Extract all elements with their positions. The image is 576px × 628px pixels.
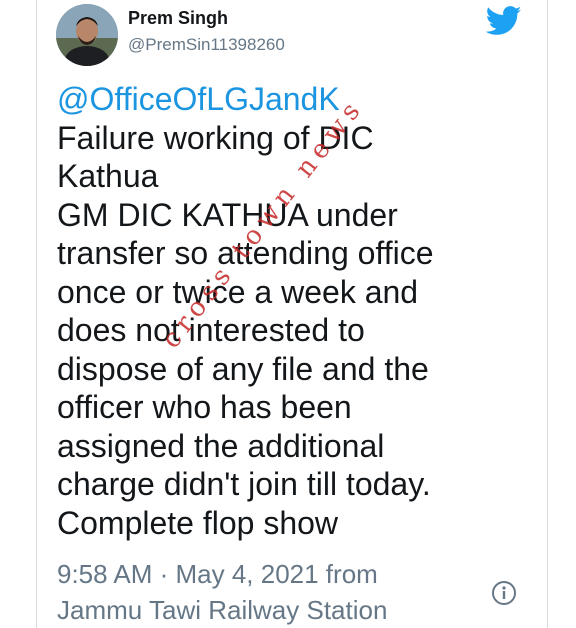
avatar[interactable] <box>56 4 118 66</box>
tweet-line: charge didn't join till today. <box>57 466 431 502</box>
tweet-line: once or twice a week and <box>57 273 419 310</box>
tweet-line: does not interested to <box>57 312 365 348</box>
tweet-line: transfer so attending office <box>57 235 434 271</box>
tweet-timestamp[interactable]: 9:58 AM · May 4, 2021 from <box>57 556 497 592</box>
tweet-line: Failure working of DIC <box>57 119 374 156</box>
tweet-meta: 9:58 AM · May 4, 2021 from Jammu Tawi Ra… <box>57 556 497 628</box>
tweet-location[interactable]: Jammu Tawi Railway Station <box>57 592 497 628</box>
tweet-line: Complete flop show <box>57 504 339 541</box>
tweet-line: dispose of any file and the <box>57 350 429 387</box>
user-display-name[interactable]: Prem Singh <box>128 8 228 29</box>
avatar-photo <box>56 4 118 66</box>
twitter-bird-icon[interactable] <box>486 6 522 36</box>
tweet-line: officer who has been <box>57 389 352 425</box>
tweet-line: assigned the additional <box>57 427 385 464</box>
user-handle[interactable]: @PremSin11398260 <box>128 35 285 55</box>
mention-link[interactable]: @OfficeOfLGJandK <box>57 80 527 119</box>
info-icon[interactable] <box>491 580 517 606</box>
tweet-text: @OfficeOfLGJandK Failure working of DIC … <box>57 80 527 542</box>
